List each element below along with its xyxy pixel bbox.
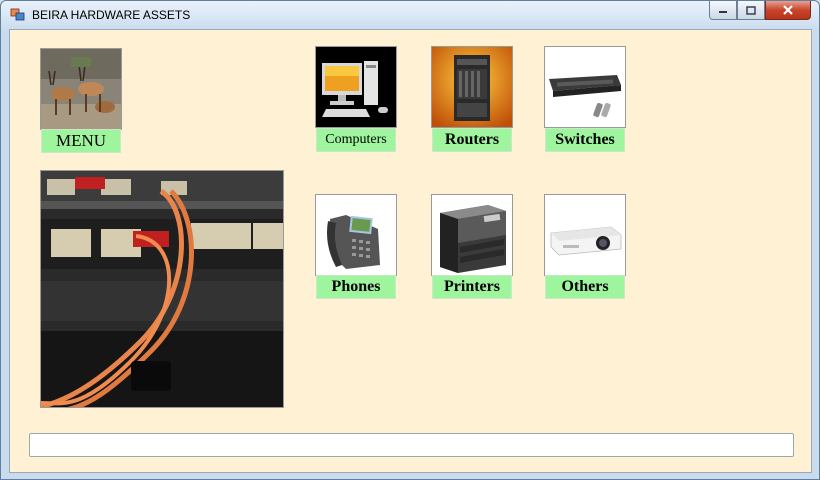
menu-button[interactable]: MENU (41, 129, 121, 153)
routers-image[interactable] (431, 46, 513, 128)
phone-icon (316, 195, 396, 275)
computers-image[interactable] (315, 46, 397, 128)
others-label[interactable]: Others (545, 275, 625, 299)
close-icon (783, 5, 793, 15)
window-title: BEIRA HARDWARE ASSETS (32, 8, 191, 22)
title-bar[interactable]: BEIRA HARDWARE ASSETS (1, 1, 819, 29)
minimize-icon (719, 11, 727, 13)
switches-image[interactable] (544, 46, 626, 128)
fiber-optic-image (40, 170, 284, 408)
switches-label[interactable]: Switches (545, 128, 625, 152)
minimize-button[interactable] (709, 1, 737, 20)
client-area: MENU Computers Routers Switches Phones P… (9, 29, 812, 473)
app-icon (10, 8, 25, 21)
printer-icon (432, 195, 512, 275)
others-image[interactable] (544, 194, 626, 276)
router-icon (432, 47, 512, 127)
maximize-button[interactable] (737, 1, 765, 20)
phones-image[interactable] (315, 194, 397, 276)
maximize-icon (746, 5, 756, 15)
computers-label[interactable]: Computers (316, 128, 396, 152)
status-textbox[interactable] (29, 433, 794, 457)
menu-image[interactable] (40, 48, 122, 130)
antelope-herd-image (41, 49, 121, 129)
close-button[interactable] (765, 1, 811, 20)
printers-label[interactable]: Printers (432, 275, 512, 299)
printers-image[interactable] (431, 194, 513, 276)
app-window: BEIRA HARDWARE ASSETS MENU Computers Rou… (0, 0, 820, 480)
projector-icon (545, 195, 625, 275)
computer-icon (316, 47, 396, 127)
routers-label[interactable]: Routers (432, 128, 512, 152)
phones-label[interactable]: Phones (316, 275, 396, 299)
switch-icon (545, 47, 625, 127)
